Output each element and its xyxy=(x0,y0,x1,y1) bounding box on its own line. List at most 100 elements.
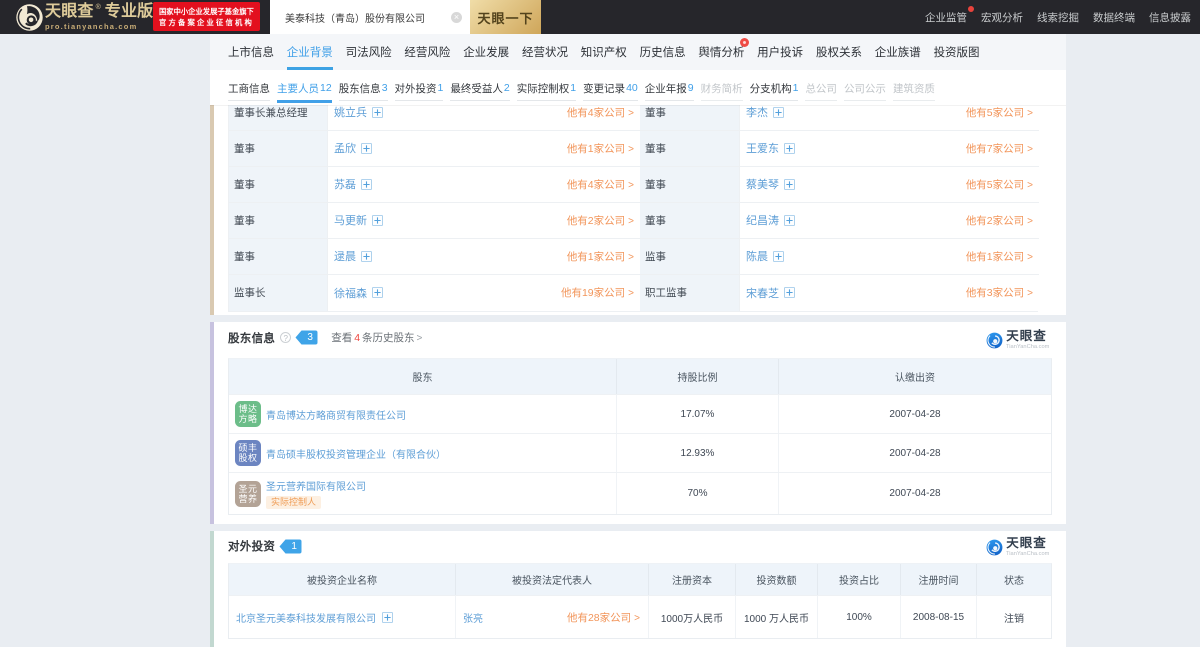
expand-plus-icon[interactable] xyxy=(784,143,795,154)
expand-plus-icon[interactable] xyxy=(372,287,383,298)
tab-企业族谱[interactable]: 企业族谱 xyxy=(875,34,921,70)
chevron-right-icon: > xyxy=(628,288,634,299)
subscribed-capital-date: 2007-04-28 xyxy=(779,395,1051,433)
person-name-link[interactable]: 陈晨 xyxy=(746,248,768,264)
related-companies-link[interactable]: 他有1家公司> xyxy=(966,249,1033,264)
search-input-wrap: × xyxy=(270,0,470,34)
chevron-right-icon: > xyxy=(1027,144,1033,155)
shareholder-name-link[interactable]: 青岛硕丰股权投资管理企业（有限合伙） xyxy=(266,446,446,461)
header-nav-宏观分析[interactable]: 宏观分析 xyxy=(981,10,1023,25)
expand-plus-icon[interactable] xyxy=(773,107,784,118)
chevron-right-icon: > xyxy=(1027,288,1033,299)
related-companies-link[interactable]: 他有1家公司> xyxy=(567,141,634,156)
expand-plus-icon[interactable] xyxy=(784,287,795,298)
related-companies-link[interactable]: 他有28家公司> xyxy=(567,610,640,625)
tab-知识产权[interactable]: 知识产权 xyxy=(581,34,627,70)
shareholder-name-link[interactable]: 青岛博达方略商贸有限责任公司 xyxy=(266,407,406,422)
person-name-link[interactable]: 马更新 xyxy=(334,212,367,228)
subtab-对外投资[interactable]: 对外投资1 xyxy=(395,70,444,105)
person-name-link[interactable]: 孟欣 xyxy=(334,140,356,156)
investment-row: 北京圣元美泰科技发展有限公司张亮他有28家公司>1000万人民币1000 万人民… xyxy=(229,595,1051,638)
registered-capital: 1000万人民币 xyxy=(649,596,736,638)
tab-用户投诉[interactable]: 用户投诉 xyxy=(757,34,803,70)
related-companies-link[interactable]: 他有5家公司> xyxy=(966,105,1033,120)
help-icon[interactable]: ? xyxy=(280,332,291,343)
watermark-domain: TianYanCha.com xyxy=(1006,551,1049,557)
related-companies-link[interactable]: 他有2家公司> xyxy=(567,213,634,228)
expand-plus-icon[interactable] xyxy=(361,179,372,190)
person-name-link[interactable]: 李杰 xyxy=(746,105,768,120)
person-name-link[interactable]: 纪昌涛 xyxy=(746,212,779,228)
subtab-最终受益人[interactable]: 最终受益人2 xyxy=(450,70,509,105)
personnel-position: 董事 xyxy=(229,239,328,275)
subtab-label: 最终受益人 xyxy=(450,81,503,96)
expand-plus-icon[interactable] xyxy=(361,251,372,262)
related-companies-link[interactable]: 他有4家公司> xyxy=(567,105,634,120)
avatar-text: 方略 xyxy=(238,414,257,424)
header-nav-信息披露[interactable]: 信息披露 xyxy=(1149,10,1191,25)
subtab-分支机构[interactable]: 分支机构1 xyxy=(750,70,799,105)
related-companies-link[interactable]: 他有3家公司> xyxy=(966,285,1033,300)
header-nav-企业监管[interactable]: 企业监管 xyxy=(925,10,967,25)
personnel-cell: 姚立兵 他有4家公司> xyxy=(328,105,640,131)
column-header: 持股比例 xyxy=(617,359,779,394)
subtab-变更记录[interactable]: 变更记录40 xyxy=(583,70,638,105)
expand-plus-icon[interactable] xyxy=(361,143,372,154)
representative-name-link[interactable]: 张亮 xyxy=(463,610,483,625)
person-name-link[interactable]: 姚立兵 xyxy=(334,105,367,120)
tab-投资版图[interactable]: 投资版图 xyxy=(934,34,980,70)
view-history-shareholders-link[interactable]: 查看4条历史股东> xyxy=(331,330,422,345)
chevron-right-icon: > xyxy=(1027,216,1033,227)
person-name-link[interactable]: 蔡美琴 xyxy=(746,176,779,192)
related-companies-link[interactable]: 他有2家公司> xyxy=(966,213,1033,228)
tab-企业发展[interactable]: 企业发展 xyxy=(463,34,509,70)
tab-舆情分析[interactable]: 舆情分析 xyxy=(698,34,744,70)
search-button[interactable]: 天眼一下 xyxy=(470,0,541,34)
tab-经营状况[interactable]: 经营状况 xyxy=(522,34,568,70)
header-nav-数据终端[interactable]: 数据终端 xyxy=(1093,10,1135,25)
logo-domain: pro.tianyancha.com xyxy=(45,22,153,31)
clear-search-icon[interactable]: × xyxy=(451,12,462,23)
investee-name-link[interactable]: 北京圣元美泰科技发展有限公司 xyxy=(236,610,376,625)
related-companies-link[interactable]: 他有19家公司> xyxy=(561,285,634,300)
related-companies-link[interactable]: 他有1家公司> xyxy=(567,249,634,264)
person-name-link[interactable]: 逯晨 xyxy=(334,248,356,264)
tab-股权关系[interactable]: 股权关系 xyxy=(816,34,862,70)
shareholding-ratio: 17.07% xyxy=(617,395,779,433)
related-companies-link[interactable]: 他有4家公司> xyxy=(567,177,634,192)
personnel-position: 董事长兼总经理 xyxy=(229,105,328,131)
person-name-link[interactable]: 王爱东 xyxy=(746,140,779,156)
cert-badge-line2: 官方备案企业征信机构 xyxy=(159,17,254,28)
expand-plus-icon[interactable] xyxy=(372,107,383,118)
person-name-link[interactable]: 苏磊 xyxy=(334,176,356,192)
subtab-label: 公司公示 xyxy=(844,81,886,96)
subtab-工商信息[interactable]: 工商信息 xyxy=(228,70,270,105)
subtab-label: 对外投资 xyxy=(395,81,437,96)
tab-企业背景[interactable]: 企业背景 xyxy=(287,34,333,70)
tab-上市信息[interactable]: 上市信息 xyxy=(228,34,274,70)
person-name-link[interactable]: 宋春芝 xyxy=(746,285,779,301)
shareholder-name-link[interactable]: 圣元营养国际有限公司 xyxy=(266,478,366,493)
related-companies-link[interactable]: 他有5家公司> xyxy=(966,177,1033,192)
search-input[interactable] xyxy=(270,0,470,34)
header-nav-线索挖掘[interactable]: 线索挖掘 xyxy=(1037,10,1079,25)
tab-历史信息[interactable]: 历史信息 xyxy=(640,34,686,70)
related-companies-link[interactable]: 他有7家公司> xyxy=(966,141,1033,156)
subtab-实际控制权[interactable]: 实际控制权1 xyxy=(517,70,576,105)
tab-经营风险[interactable]: 经营风险 xyxy=(404,34,450,70)
tab-司法风险[interactable]: 司法风险 xyxy=(346,34,392,70)
shareholder-row: 硕丰股权青岛硕丰股权投资管理企业（有限合伙）12.93%2007-04-28 xyxy=(229,433,1051,472)
subscribed-capital-date: 2007-04-28 xyxy=(779,434,1051,472)
expand-plus-icon[interactable] xyxy=(784,179,795,190)
subtab-主要人员[interactable]: 主要人员12 xyxy=(277,70,332,105)
expand-plus-icon[interactable] xyxy=(382,612,393,623)
subtab-企业年报[interactable]: 企业年报9 xyxy=(645,70,694,105)
expand-plus-icon[interactable] xyxy=(773,251,784,262)
person-name-link[interactable]: 徐福森 xyxy=(334,285,367,301)
section-header: 对外投资 1 天眼查 TianYanCha.com xyxy=(210,531,1066,563)
site-logo[interactable]: 天眼查 ® 专业版 pro.tianyancha.com xyxy=(15,2,153,32)
expand-plus-icon[interactable] xyxy=(784,215,795,226)
expand-plus-icon[interactable] xyxy=(372,215,383,226)
subtab-股东信息[interactable]: 股东信息3 xyxy=(339,70,388,105)
shareholding-ratio: 12.93% xyxy=(617,434,779,472)
